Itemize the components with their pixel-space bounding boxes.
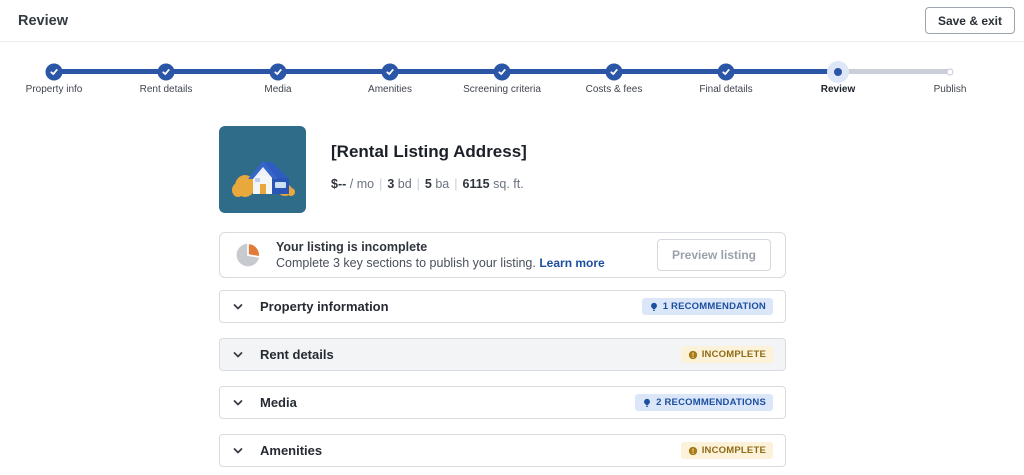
price-unit: / mo [349,177,375,191]
upcoming-step-dot-icon [946,68,954,75]
section-title: Property information [260,299,389,314]
section-title: Rent details [260,347,334,362]
step-label: Property info [25,84,83,95]
main-content: [Rental Listing Address] $-- / mo | 3 bd | 5… [219,126,786,467]
incomplete-badge: INCOMPLETE [680,442,773,459]
exclamation-circle-icon [688,446,697,455]
baths-value: 5 [424,177,432,191]
beds-unit: bd [397,177,412,191]
section-property-information[interactable]: Property information 1 RECOMMENDATION [219,290,786,323]
step-label: Costs & fees [585,84,643,95]
lightbulb-icon [650,302,657,311]
section-list: Property information 1 RECOMMENDATION Re… [219,290,786,467]
chevron-down-icon [232,301,244,313]
check-icon [493,63,511,80]
sqft-unit: sq. ft. [493,177,524,191]
recommendation-badge: 2 RECOMMENDATIONS [635,394,773,411]
progress-pie-icon [236,242,261,267]
spec-separator: | [416,177,420,191]
section-title: Media [260,395,297,410]
step-label: Amenities [368,84,412,95]
property-thumbnail-house-icon [219,126,306,213]
step-label: Screening criteria [463,84,541,95]
section-amenities[interactable]: Amenities INCOMPLETE [219,434,786,467]
lightbulb-icon [644,398,651,407]
learn-more-link[interactable]: Learn more [539,256,604,270]
page-title: Review [18,12,68,29]
spec-separator: | [379,177,383,191]
step-label: Review [820,84,856,95]
alert-message-text: Complete 3 key sections to publish your … [276,256,536,270]
chevron-down-icon [232,397,244,409]
alert-text: Your listing is incomplete Complete 3 ke… [276,240,657,270]
listing-specs: $-- / mo | 3 bd | 5 ba | 6115 sq. ft. [331,177,527,191]
progress-stepper: Property info Rent details Media Ameniti… [0,43,1024,103]
alert-message: Complete 3 key sections to publish your … [276,256,657,270]
step-label: Publish [933,84,967,95]
badge-label: INCOMPLETE [701,445,766,456]
save-exit-button[interactable]: Save & exit [924,7,1015,34]
listing-title: [Rental Listing Address] [331,142,527,161]
badge-label: INCOMPLETE [701,349,766,360]
badge-label: 2 RECOMMENDATIONS [656,397,766,408]
sqft-value: 6115 [462,177,490,191]
current-step-dot-icon [827,60,849,83]
page: { "header": { "title": "Review", "save_e… [0,0,1024,475]
chevron-down-icon [232,349,244,361]
section-rent-details[interactable]: Rent details INCOMPLETE [219,338,786,371]
section-media[interactable]: Media 2 RECOMMENDATIONS [219,386,786,419]
preview-listing-button[interactable]: Preview listing [656,239,771,271]
badge-label: 1 RECOMMENDATION [662,301,766,312]
property-info: [Rental Listing Address] $-- / mo | 3 bd | 5… [331,126,527,213]
check-icon [269,63,287,80]
check-icon [717,63,735,80]
page-header: Review [0,0,1024,42]
check-icon [605,63,623,80]
incomplete-alert: Your listing is incomplete Complete 3 ke… [219,232,786,278]
exclamation-circle-icon [688,350,697,359]
step-label: Rent details [139,84,193,95]
property-card: [Rental Listing Address] $-- / mo | 3 bd | 5… [219,126,786,213]
baths-unit: ba [435,177,450,191]
alert-title: Your listing is incomplete [276,240,428,254]
price-value: $-- [331,177,347,191]
recommendation-badge: 1 RECOMMENDATION [641,298,773,315]
check-icon [157,63,175,80]
check-icon [381,63,399,80]
check-icon [45,63,63,80]
step-label: Final details [699,84,753,95]
chevron-down-icon [232,445,244,457]
step-label: Media [264,84,292,95]
beds-value: 3 [387,177,395,191]
spec-separator: | [454,177,458,191]
incomplete-badge: INCOMPLETE [680,346,773,363]
section-title: Amenities [260,443,323,458]
